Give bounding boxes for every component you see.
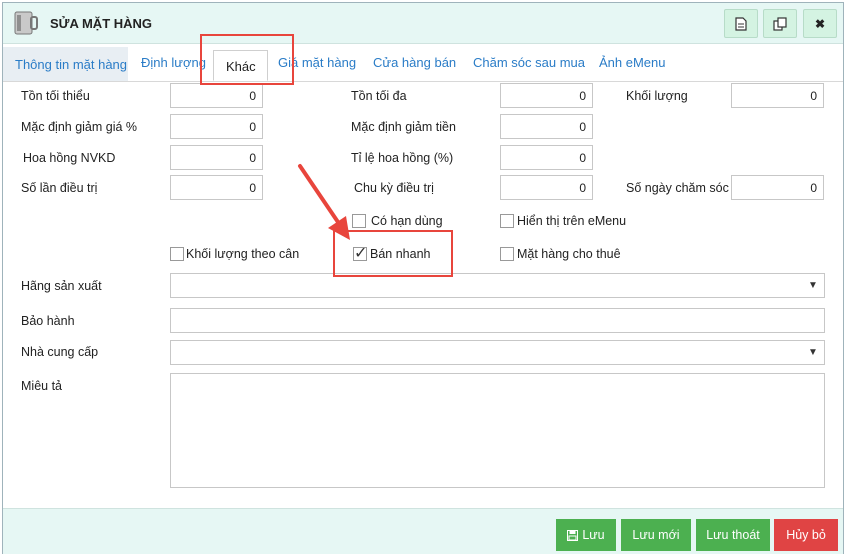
tab-other[interactable]: Khác bbox=[213, 50, 268, 81]
treatment-cycle-input[interactable] bbox=[500, 175, 593, 200]
care-days-input[interactable] bbox=[731, 175, 824, 200]
default-discount-amount-input[interactable] bbox=[500, 114, 593, 139]
care-days-label: Số ngày chăm sóc bbox=[626, 181, 729, 195]
quick-sale-checkbox[interactable]: ✓ bbox=[353, 245, 367, 262]
chevron-down-icon[interactable]: ▼ bbox=[802, 274, 824, 297]
weight-by-scale-label: Khối lượng theo cân bbox=[186, 247, 300, 261]
tab-item-info[interactable]: Thông tin mặt hàng bbox=[3, 47, 128, 81]
description-textarea[interactable] bbox=[170, 373, 825, 488]
show-emenu-checkbox[interactable] bbox=[500, 214, 514, 228]
default-discount-percent-input[interactable] bbox=[170, 114, 263, 139]
copy-icon bbox=[773, 16, 787, 31]
supplier-select[interactable]: ▼ bbox=[170, 340, 825, 365]
tab-stores[interactable]: Cửa hàng bán bbox=[373, 55, 456, 70]
save-new-button[interactable]: Lưu mới bbox=[621, 519, 691, 551]
treatment-cycle-label: Chu kỳ điều trị bbox=[354, 181, 434, 195]
tab-after-sale-care[interactable]: Chăm sóc sau mua bbox=[473, 55, 585, 70]
treatment-count-input[interactable] bbox=[170, 175, 263, 200]
weight-input[interactable] bbox=[731, 83, 824, 108]
tab-quantity[interactable]: Định lượng bbox=[141, 55, 206, 70]
default-discount-amount-label: Mặc định giảm tiền bbox=[351, 120, 456, 134]
restore-button[interactable] bbox=[763, 9, 797, 38]
tab-emenu-image[interactable]: Ảnh eMenu bbox=[599, 55, 666, 70]
rental-item-checkbox[interactable] bbox=[500, 247, 514, 261]
max-stock-input[interactable] bbox=[500, 83, 593, 108]
cancel-button[interactable]: Hủy bỏ bbox=[774, 519, 838, 551]
save-icon bbox=[567, 529, 579, 541]
manufacturer-label: Hãng sản xuất bbox=[21, 279, 102, 293]
dialog-footer: Lưu Lưu mới Lưu thoát Hủy bỏ bbox=[3, 508, 843, 554]
max-stock-label: Tồn tối đa bbox=[351, 89, 407, 103]
warranty-label: Bảo hành bbox=[21, 314, 75, 328]
supplier-label: Nhà cung cấp bbox=[21, 345, 99, 359]
expiry-label: Có hạn dùng bbox=[371, 214, 443, 228]
chevron-down-icon[interactable]: ▼ bbox=[802, 341, 824, 364]
save-label: Lưu bbox=[582, 528, 605, 542]
min-stock-label: Tồn tối thiểu bbox=[21, 89, 90, 103]
show-emenu-label: Hiển thị trên eMenu bbox=[517, 214, 627, 228]
commission-rate-label: Tỉ lệ hoa hồng (%) bbox=[351, 151, 454, 165]
treatment-count-label: Số lần điều trị bbox=[21, 181, 98, 195]
print-button[interactable] bbox=[724, 9, 758, 38]
close-icon: ✖ bbox=[814, 16, 826, 31]
dialog-title: SỬA MẶT HÀNG bbox=[50, 16, 153, 31]
save-exit-button[interactable]: Lưu thoát bbox=[696, 519, 770, 551]
sales-commission-input[interactable] bbox=[170, 145, 263, 170]
save-button[interactable]: Lưu bbox=[556, 519, 616, 551]
sales-commission-label: Hoa hồng NVKD bbox=[23, 151, 116, 165]
description-label: Miêu tả bbox=[21, 379, 62, 393]
app-logo-icon bbox=[14, 11, 38, 35]
quick-sale-label: Bán nhanh bbox=[370, 247, 431, 261]
tab-price[interactable]: Giá mặt hàng bbox=[278, 55, 356, 70]
commission-rate-input[interactable] bbox=[500, 145, 593, 170]
min-stock-input[interactable] bbox=[170, 83, 263, 108]
close-button[interactable]: ✖ bbox=[803, 9, 837, 38]
edit-item-dialog: SỬA MẶT HÀNG ✖ Thông tin mặt hàng Định l… bbox=[2, 2, 844, 554]
annotation-arrow-icon bbox=[298, 164, 350, 240]
manufacturer-select[interactable]: ▼ bbox=[170, 273, 825, 298]
tab-bar: Thông tin mặt hàng Định lượng Khác Giá m… bbox=[3, 44, 843, 82]
title-bar: SỬA MẶT HÀNG ✖ bbox=[3, 3, 843, 44]
weight-label: Khối lượng bbox=[626, 89, 688, 103]
rental-item-label: Mặt hàng cho thuê bbox=[517, 247, 621, 261]
weight-by-scale-checkbox[interactable] bbox=[170, 247, 184, 261]
default-discount-percent-label: Mặc định giảm giá % bbox=[21, 120, 138, 134]
document-icon bbox=[735, 16, 747, 31]
warranty-input[interactable] bbox=[170, 308, 825, 333]
